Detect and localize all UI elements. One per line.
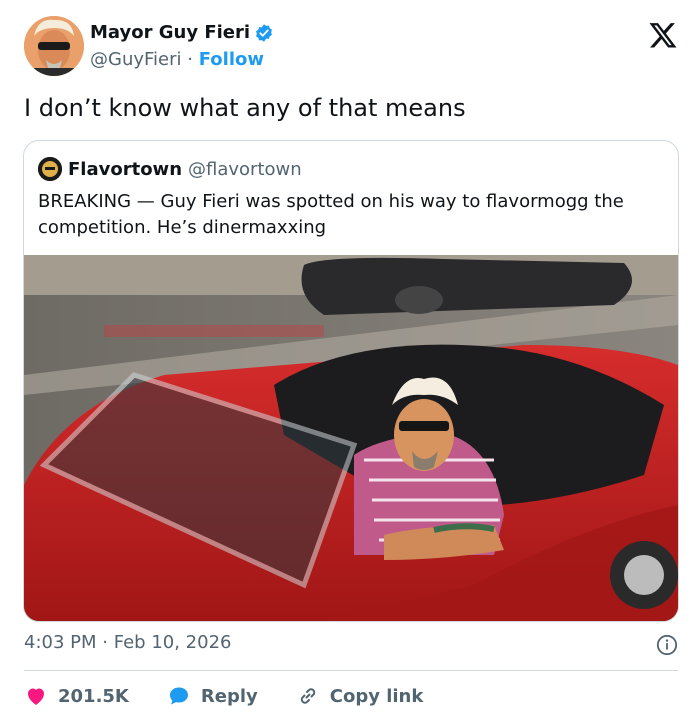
timestamp-separator: · [102,632,108,653]
tweet-time[interactable]: 4:03 PM [24,632,97,653]
author-avatar[interactable] [24,16,84,76]
tweet-date[interactable]: Feb 10, 2026 [114,632,232,653]
verified-badge-icon [256,23,272,42]
quoted-tweet[interactable]: Flavortown @flavortown BREAKING — Guy Fi… [23,140,679,622]
reply-label: Reply [200,685,258,707]
author-handle[interactable]: @GuyFieri [90,49,182,70]
quote-author-handle[interactable]: @flavortown [188,159,302,180]
x-logo-icon[interactable] [648,20,678,50]
like-button[interactable]: 201.5K [24,684,129,708]
handle-separator: · [187,49,193,70]
quote-author-name[interactable]: Flavortown [68,159,182,180]
copy-link-button[interactable]: Copy link [296,684,424,708]
reply-bubble-icon [169,687,188,705]
tweet-text: I don’t know what any of that means [24,94,466,122]
action-divider [24,670,678,671]
tweet-header: Mayor Guy Fieri @GuyFieri · Follow [24,16,684,78]
tweet-timestamp[interactable]: 4:03 PM · Feb 10, 2026 [24,632,231,653]
info-icon[interactable] [656,634,678,656]
author-name[interactable]: Mayor Guy Fieri [90,22,250,43]
author-block: Mayor Guy Fieri @GuyFieri · Follow [90,22,274,70]
quote-media-photo[interactable] [24,255,678,621]
quote-header: Flavortown @flavortown [38,157,302,181]
quote-text: BREAKING — Guy Fieri was spotted on his … [38,191,624,238]
like-count: 201.5K [58,685,129,707]
quote-avatar[interactable] [38,157,62,181]
copy-link-label: Copy link [329,685,424,707]
reply-button[interactable]: Reply [167,684,258,708]
link-icon [300,688,315,704]
action-bar: 201.5K Reply Copy link [24,684,461,708]
heart-icon [28,688,44,705]
follow-button[interactable]: Follow [199,49,264,70]
